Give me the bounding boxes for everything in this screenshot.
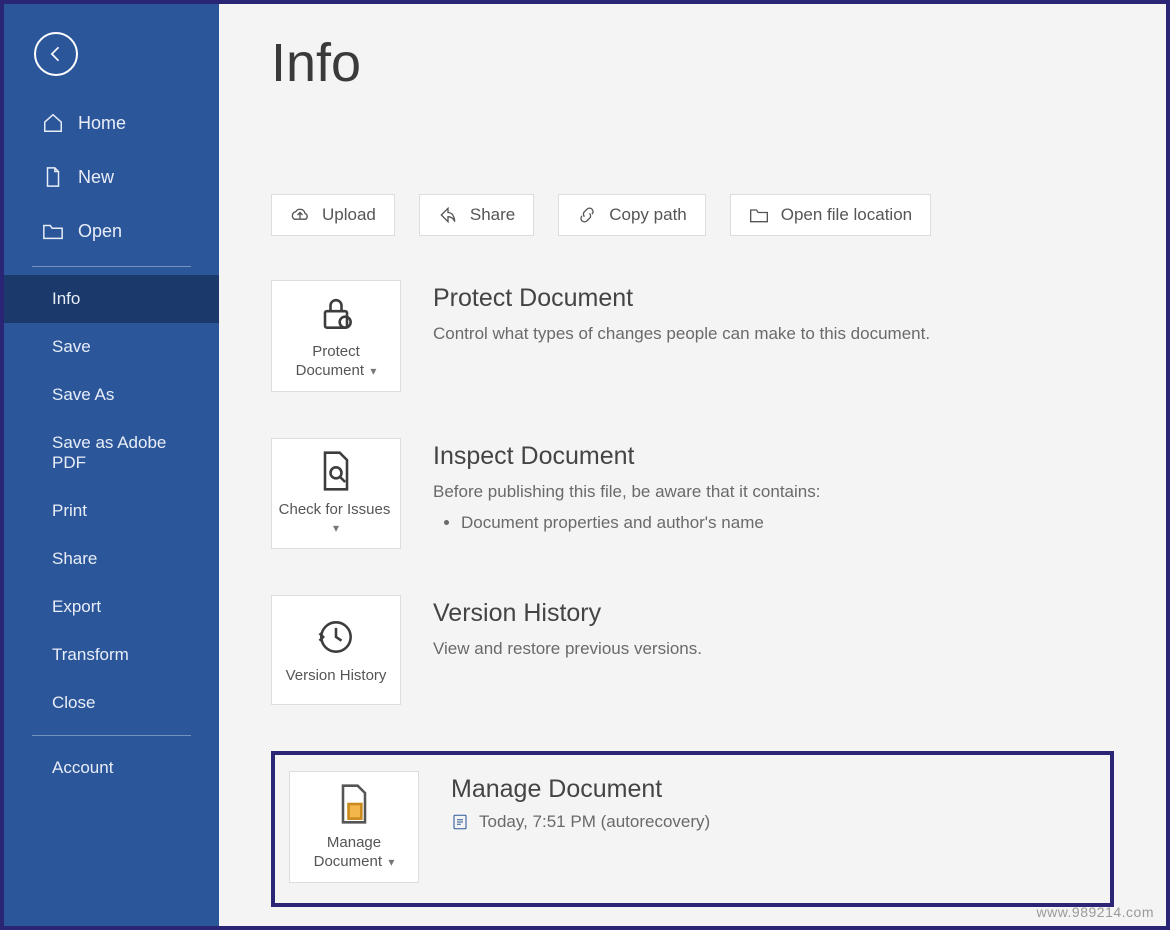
share-icon	[438, 205, 458, 225]
sidebar-item-new[interactable]: New	[4, 150, 219, 204]
section-title: Version History	[433, 599, 1114, 628]
sidebar-item-label: Save As	[52, 385, 114, 405]
button-label: Copy path	[609, 205, 687, 225]
sidebar-item-label: Account	[52, 758, 113, 778]
section-title: Protect Document	[433, 284, 1114, 313]
sidebar-item-label: Export	[52, 597, 101, 617]
document-icon	[42, 166, 64, 188]
sidebar-item-info[interactable]: Info	[4, 275, 219, 323]
section-desc: Before publishing this file, be aware th…	[433, 479, 1114, 536]
button-label: Share	[470, 205, 515, 225]
sidebar-item-label: Open	[78, 221, 122, 242]
button-label: Upload	[322, 205, 376, 225]
sidebar-item-home[interactable]: Home	[4, 96, 219, 150]
sidebar-divider	[32, 735, 191, 736]
autorecovery-version-link[interactable]: Today, 7:51 PM (autorecovery)	[451, 812, 1096, 832]
home-icon	[42, 112, 64, 134]
manage-document-icon	[332, 782, 376, 826]
section-version-history: Version History Version History View and…	[271, 595, 1114, 705]
word-doc-icon	[451, 813, 469, 831]
section-desc: View and restore previous versions.	[433, 636, 1114, 662]
page-title: Info	[271, 32, 1114, 94]
lock-icon	[314, 291, 358, 335]
folder-icon	[749, 205, 769, 225]
sidebar-item-save-adobe-pdf[interactable]: Save as Adobe PDF	[4, 419, 219, 487]
folder-open-icon	[42, 220, 64, 242]
action-row: Upload Share Copy path Open file locatio…	[271, 194, 1114, 236]
sidebar-item-label: Info	[52, 289, 80, 309]
sidebar-item-label: Save as Adobe PDF	[52, 433, 201, 473]
backstage-sidebar: Home New Open Info Save Save As Save as …	[4, 4, 219, 926]
sidebar-item-save[interactable]: Save	[4, 323, 219, 371]
copy-path-button[interactable]: Copy path	[558, 194, 706, 236]
sidebar-divider	[32, 266, 191, 267]
sidebar-item-label: Home	[78, 113, 126, 134]
tile-label: Check for Issues ▾	[278, 501, 394, 539]
watermark: www.989214.com	[1036, 904, 1154, 920]
sidebar-item-open[interactable]: Open	[4, 204, 219, 258]
manage-document-highlight: Manage Document ▾ Manage Document Today,…	[271, 751, 1114, 907]
chevron-down-icon: ▾	[333, 521, 339, 535]
upload-button[interactable]: Upload	[271, 194, 395, 236]
history-icon	[314, 615, 358, 659]
tile-label: Protect Document ▾	[278, 343, 394, 381]
tile-label: Manage Document ▾	[296, 834, 412, 872]
open-file-location-button[interactable]: Open file location	[730, 194, 931, 236]
inspect-icon	[314, 449, 358, 493]
button-label: Open file location	[781, 205, 912, 225]
sidebar-item-print[interactable]: Print	[4, 487, 219, 535]
sidebar-item-account[interactable]: Account	[4, 744, 219, 792]
check-for-issues-tile[interactable]: Check for Issues ▾	[271, 438, 401, 550]
version-history-tile[interactable]: Version History	[271, 595, 401, 705]
sidebar-item-save-as[interactable]: Save As	[4, 371, 219, 419]
share-button[interactable]: Share	[419, 194, 534, 236]
section-desc: Control what types of changes people can…	[433, 321, 1114, 347]
sidebar-item-label: Print	[52, 501, 87, 521]
chevron-down-icon: ▾	[367, 364, 376, 378]
inspect-bullet: Document properties and author's name	[461, 510, 1114, 536]
link-icon	[577, 205, 597, 225]
sidebar-item-label: Share	[52, 549, 97, 569]
section-title: Inspect Document	[433, 442, 1114, 471]
sidebar-item-label: New	[78, 167, 114, 188]
sidebar-item-share[interactable]: Share	[4, 535, 219, 583]
version-text: Today, 7:51 PM (autorecovery)	[479, 812, 710, 832]
sidebar-item-close[interactable]: Close	[4, 679, 219, 727]
protect-document-tile[interactable]: Protect Document ▾	[271, 280, 401, 392]
sidebar-item-label: Transform	[52, 645, 129, 665]
section-manage-document: Manage Document ▾ Manage Document Today,…	[289, 771, 1096, 883]
chevron-down-icon: ▾	[385, 855, 394, 869]
sidebar-item-export[interactable]: Export	[4, 583, 219, 631]
back-button[interactable]	[34, 32, 78, 76]
sidebar-item-transform[interactable]: Transform	[4, 631, 219, 679]
upload-icon	[290, 205, 310, 225]
manage-document-tile[interactable]: Manage Document ▾	[289, 771, 419, 883]
info-panel: Info Upload Share Copy path	[219, 4, 1166, 926]
section-protect-document: Protect Document ▾ Protect Document Cont…	[271, 280, 1114, 392]
sidebar-item-label: Close	[52, 693, 95, 713]
sidebar-item-label: Save	[52, 337, 91, 357]
section-inspect-document: Check for Issues ▾ Inspect Document Befo…	[271, 438, 1114, 550]
section-title: Manage Document	[451, 775, 1096, 804]
tile-label: Version History	[286, 667, 387, 686]
